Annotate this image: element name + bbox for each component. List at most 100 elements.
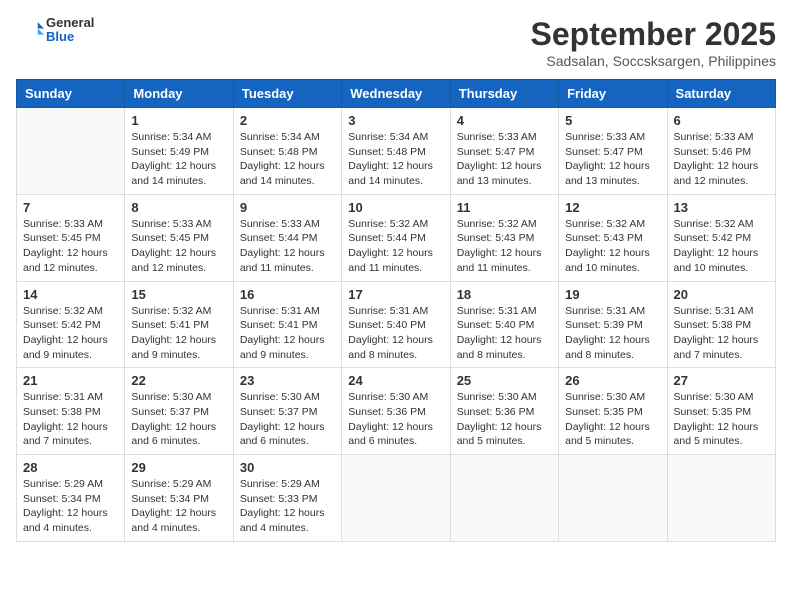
day-info: Sunrise: 5:31 AM Sunset: 5:40 PM Dayligh… [457,304,552,363]
calendar-cell [667,455,775,542]
day-number: 10 [348,200,443,215]
calendar-cell: 18 Sunrise: 5:31 AM Sunset: 5:40 PM Dayli… [450,281,558,368]
calendar-cell: 25Sunrise: 5:30 AM Sunset: 5:36 PM Dayli… [450,368,558,455]
day-number: 17 [348,287,443,302]
logo-text: General Blue [46,16,94,45]
day-number: 16 [240,287,335,302]
calendar-cell: 10 Sunrise: 5:32 AM Sunset: 5:44 PM Dayli… [342,194,450,281]
day-number: 27 [674,373,769,388]
day-number: 14 [23,287,118,302]
calendar-cell: 13Sunrise: 5:32 AM Sunset: 5:42 PM Dayli… [667,194,775,281]
day-info: Sunrise: 5:34 AM Sunset: 5:48 PM Dayligh… [348,130,443,189]
calendar-cell: 15 Sunrise: 5:32 AM Sunset: 5:41 PM Dayli… [125,281,233,368]
day-info: Sunrise: 5:33 AM Sunset: 5:47 PM Dayligh… [565,130,660,189]
day-info: Sunrise: 5:29 AM Sunset: 5:33 PM Dayligh… [240,477,335,536]
day-number: 12 [565,200,660,215]
calendar-cell [342,455,450,542]
day-number: 18 [457,287,552,302]
day-number: 3 [348,113,443,128]
calendar-cell: 26Sunrise: 5:30 AM Sunset: 5:35 PM Dayli… [559,368,667,455]
day-number: 26 [565,373,660,388]
day-number: 29 [131,460,226,475]
day-number: 23 [240,373,335,388]
calendar-cell: 16 Sunrise: 5:31 AM Sunset: 5:41 PM Dayli… [233,281,341,368]
day-info: Sunrise: 5:31 AM Sunset: 5:38 PM Dayligh… [674,304,769,363]
calendar-cell: 9Sunrise: 5:33 AM Sunset: 5:44 PM Daylig… [233,194,341,281]
calendar-cell: 17 Sunrise: 5:31 AM Sunset: 5:40 PM Dayli… [342,281,450,368]
day-number: 20 [674,287,769,302]
day-info: Sunrise: 5:30 AM Sunset: 5:37 PM Dayligh… [131,390,226,449]
calendar-cell: 23 Sunrise: 5:30 AM Sunset: 5:37 PM Dayli… [233,368,341,455]
calendar-cell: 5 Sunrise: 5:33 AM Sunset: 5:47 PM Daylig… [559,108,667,195]
month-title: September 2025 [531,16,776,53]
logo-general-text: General [46,16,94,30]
calendar-cell: 14 Sunrise: 5:32 AM Sunset: 5:42 PM Dayli… [17,281,125,368]
day-info: Sunrise: 5:29 AM Sunset: 5:34 PM Dayligh… [131,477,226,536]
calendar-cell: 1 Sunrise: 5:34 AM Sunset: 5:49 PM Daylig… [125,108,233,195]
day-number: 28 [23,460,118,475]
day-number: 11 [457,200,552,215]
day-header-tuesday: Tuesday [233,80,341,108]
calendar-cell: 24Sunrise: 5:30 AM Sunset: 5:36 PM Dayli… [342,368,450,455]
logo: General Blue [16,16,94,45]
day-info: Sunrise: 5:31 AM Sunset: 5:40 PM Dayligh… [348,304,443,363]
day-info: Sunrise: 5:34 AM Sunset: 5:49 PM Dayligh… [131,130,226,189]
day-info: Sunrise: 5:32 AM Sunset: 5:43 PM Dayligh… [457,217,552,276]
day-number: 8 [131,200,226,215]
calendar-cell: 29 Sunrise: 5:29 AM Sunset: 5:34 PM Dayli… [125,455,233,542]
day-number: 6 [674,113,769,128]
day-header-friday: Friday [559,80,667,108]
logo-blue-text: Blue [46,30,94,44]
calendar-cell: 28Sunrise: 5:29 AM Sunset: 5:34 PM Dayli… [17,455,125,542]
day-info: Sunrise: 5:31 AM Sunset: 5:39 PM Dayligh… [565,304,660,363]
calendar-cell: 8 Sunrise: 5:33 AM Sunset: 5:45 PM Daylig… [125,194,233,281]
day-info: Sunrise: 5:31 AM Sunset: 5:38 PM Dayligh… [23,390,118,449]
calendar-header-row: SundayMondayTuesdayWednesdayThursdayFrid… [17,80,776,108]
title-area: September 2025 Sadsalan, Soccsksargen, P… [531,16,776,69]
calendar-week-5: 28 Sunrise: 5:29 AM Sunset: 5:34 PM Dayli… [17,455,776,542]
calendar-cell: 21Sunrise: 5:31 AM Sunset: 5:38 PM Dayli… [17,368,125,455]
day-info: Sunrise: 5:32 AM Sunset: 5:44 PM Dayligh… [348,217,443,276]
day-info: Sunrise: 5:33 AM Sunset: 5:47 PM Dayligh… [457,130,552,189]
day-info: Sunrise: 5:30 AM Sunset: 5:35 PM Dayligh… [674,390,769,449]
location-text: Sadsalan, Soccsksargen, Philippines [531,53,776,69]
calendar-week-1: 1 Sunrise: 5:34 AM Sunset: 5:49 PM Daylig… [17,108,776,195]
calendar-week-2: 7 Sunrise: 5:33 AM Sunset: 5:45 PM Daylig… [17,194,776,281]
day-info: Sunrise: 5:32 AM Sunset: 5:42 PM Dayligh… [674,217,769,276]
day-info: Sunrise: 5:33 AM Sunset: 5:46 PM Dayligh… [674,130,769,189]
calendar-cell [450,455,558,542]
calendar-table: SundayMondayTuesdayWednesdayThursdayFrid… [16,79,776,542]
day-number: 15 [131,287,226,302]
calendar-cell: 30 Sunrise: 5:29 AM Sunset: 5:33 PM Dayli… [233,455,341,542]
day-header-wednesday: Wednesday [342,80,450,108]
day-number: 30 [240,460,335,475]
calendar-cell: 2 Sunrise: 5:34 AM Sunset: 5:48 PM Daylig… [233,108,341,195]
calendar-cell: 19 Sunrise: 5:31 AM Sunset: 5:39 PM Dayli… [559,281,667,368]
calendar-cell: 6 Sunrise: 5:33 AM Sunset: 5:46 PM Daylig… [667,108,775,195]
calendar-cell: 3 Sunrise: 5:34 AM Sunset: 5:48 PM Daylig… [342,108,450,195]
calendar-cell [559,455,667,542]
day-info: Sunrise: 5:32 AM Sunset: 5:42 PM Dayligh… [23,304,118,363]
day-info: Sunrise: 5:31 AM Sunset: 5:41 PM Dayligh… [240,304,335,363]
day-info: Sunrise: 5:34 AM Sunset: 5:48 PM Dayligh… [240,130,335,189]
day-number: 1 [131,113,226,128]
day-number: 5 [565,113,660,128]
day-number: 4 [457,113,552,128]
calendar-cell: 22Sunrise: 5:30 AM Sunset: 5:37 PM Dayli… [125,368,233,455]
day-info: Sunrise: 5:32 AM Sunset: 5:41 PM Dayligh… [131,304,226,363]
calendar-cell: 20 Sunrise: 5:31 AM Sunset: 5:38 PM Dayli… [667,281,775,368]
calendar-cell [17,108,125,195]
day-number: 19 [565,287,660,302]
day-info: Sunrise: 5:33 AM Sunset: 5:45 PM Dayligh… [131,217,226,276]
day-header-sunday: Sunday [17,80,125,108]
day-info: Sunrise: 5:30 AM Sunset: 5:37 PM Dayligh… [240,390,335,449]
day-number: 24 [348,373,443,388]
calendar-cell: 11 Sunrise: 5:32 AM Sunset: 5:43 PM Dayli… [450,194,558,281]
page-header: General Blue September 2025 Sadsalan, So… [16,16,776,69]
day-number: 2 [240,113,335,128]
day-header-saturday: Saturday [667,80,775,108]
day-header-monday: Monday [125,80,233,108]
logo-icon [16,16,44,44]
calendar-cell: 7Sunrise: 5:33 AM Sunset: 5:45 PM Daylig… [17,194,125,281]
day-number: 7 [23,200,118,215]
